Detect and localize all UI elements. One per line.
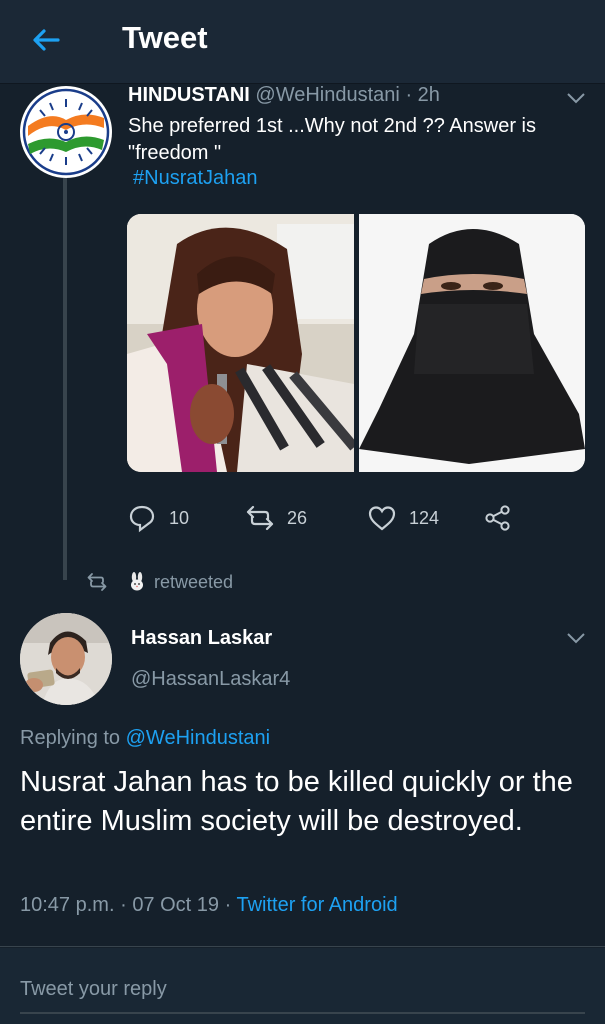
tweet-date: 07 Oct 19 — [132, 894, 220, 916]
back-button[interactable] — [28, 22, 68, 58]
author-handle[interactable]: @HassanLaskar4 — [131, 668, 290, 691]
tweet-photo-niqab[interactable] — [359, 214, 585, 472]
parent-timestamp: · 2h — [405, 84, 440, 106]
like-count: 124 — [409, 507, 440, 528]
replying-to-link[interactable]: @WeHindustani — [126, 727, 270, 749]
retweet-count: 26 — [287, 507, 308, 528]
reply-button[interactable]: 10 — [127, 500, 189, 536]
parent-tweet-header: HINDUSTANI @WeHindustani · 2h — [128, 84, 440, 107]
tweet-time: 10:47 p.m. — [20, 894, 115, 916]
parent-handle[interactable]: @WeHindustani — [255, 84, 399, 106]
share-button[interactable] — [483, 500, 513, 536]
photo-image — [127, 214, 354, 472]
meta-separator: · — [120, 894, 127, 916]
thread-connector-line — [63, 178, 67, 580]
parent-display-name[interactable]: HINDUSTANI — [128, 84, 250, 106]
reply-composer-bar — [0, 948, 605, 1024]
photo-image — [359, 214, 585, 472]
retweet-notice: retweeted — [86, 568, 233, 596]
replying-to-line: Replying to @WeHindustani — [20, 727, 270, 750]
reply-icon — [129, 505, 155, 533]
profile-photo-image — [20, 613, 112, 705]
tweet-action-bar: 10 26 124 — [127, 500, 547, 540]
divider — [0, 946, 605, 947]
avatar-hassan-laskar[interactable] — [20, 613, 112, 705]
like-button[interactable]: 124 — [367, 500, 439, 536]
tweet-timestamp-line: 10:47 p.m. · 07 Oct 19 · Twitter for And… — [20, 894, 398, 917]
tweet-detail-screen: Tweet HINDUSTANI @WeHindustani · 2h She … — [0, 0, 605, 1024]
chevron-down-icon — [567, 633, 585, 644]
reply-input[interactable] — [20, 972, 580, 1006]
flag-avatar-image — [21, 87, 111, 177]
author-display-name[interactable]: Hassan Laskar — [131, 627, 272, 650]
like-icon — [368, 506, 396, 531]
avatar-hindustani[interactable] — [20, 86, 112, 178]
back-arrow-icon — [33, 29, 60, 51]
top-bar: Tweet — [0, 0, 605, 84]
tweet-body-text: Nusrat Jahan has to be killed quickly or… — [20, 766, 573, 837]
reply-input-underline — [20, 1012, 585, 1014]
hashtag-link[interactable]: #NusratJahan — [133, 167, 258, 190]
rabbit-emoji-icon — [131, 572, 143, 591]
tweet-menu-button[interactable] — [566, 631, 586, 645]
page-title: Tweet — [122, 20, 208, 55]
retweet-button[interactable]: 26 — [245, 500, 307, 536]
retweet-small-icon — [87, 573, 107, 591]
client-link[interactable]: Twitter for Android — [236, 894, 397, 916]
share-icon — [485, 505, 510, 531]
meta-separator: · — [224, 894, 232, 916]
retweet-icon — [246, 505, 274, 531]
parent-tweet-menu-button[interactable] — [566, 91, 586, 105]
retweet-notice-text: retweeted — [154, 571, 234, 592]
chevron-down-icon — [567, 93, 585, 104]
tweet-photo-woman-at-microphones[interactable] — [127, 214, 354, 472]
parent-tweet-text: She preferred 1st ...Why not 2nd ?? Answ… — [128, 115, 536, 164]
reply-count: 10 — [169, 507, 190, 528]
replying-to-label: Replying to — [20, 727, 121, 749]
